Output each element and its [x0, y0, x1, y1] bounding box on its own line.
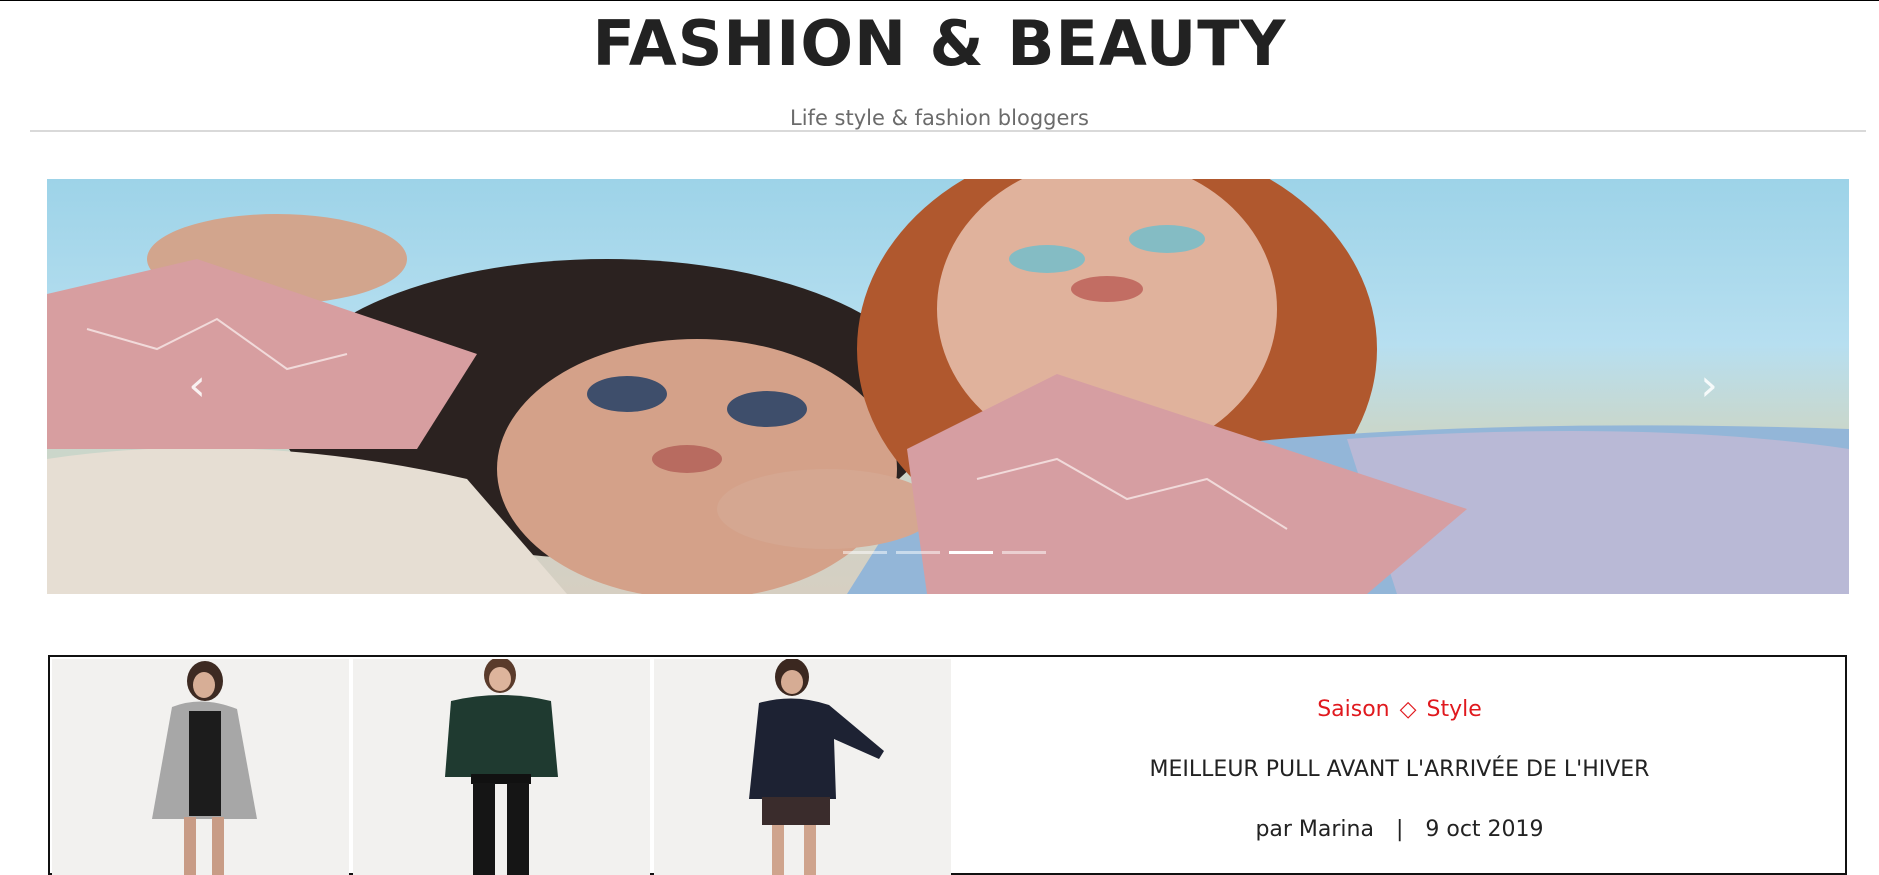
carousel-indicator-3[interactable] — [949, 551, 993, 554]
post-thumbnail-3[interactable] — [654, 659, 951, 875]
model-grey-coat-image — [152, 661, 257, 875]
chevron-left-icon: ‹ — [188, 359, 206, 411]
post-date: 9 oct 2019 — [1425, 817, 1544, 842]
post-thumbnail-1[interactable] — [52, 659, 349, 875]
carousel-slide-image — [47, 179, 1849, 594]
site-tagline: Life style & fashion bloggers — [790, 106, 1089, 130]
chevron-right-icon: › — [1700, 359, 1718, 411]
post-categories: Saison ◇ Style — [952, 697, 1847, 722]
post-byline: par Marina | 9 oct 2019 — [952, 817, 1847, 842]
carousel-indicator-2[interactable] — [896, 551, 940, 554]
post-card: Saison ◇ Style MEILLEUR PULL AVANT L'ARRIV… — [48, 655, 1847, 875]
model-navy-coat-image — [749, 659, 884, 875]
category-link-style[interactable]: Style — [1427, 697, 1482, 722]
hero-carousel[interactable]: ‹ › — [47, 179, 1849, 594]
site-title: FASHION & BEAUTY — [592, 7, 1287, 80]
carousel-indicator-4[interactable] — [1002, 551, 1046, 554]
byline-separator: | — [1395, 817, 1404, 842]
post-title-link[interactable]: MEILLEUR PULL AVANT L'ARRIVÉE DE L'HIVER — [952, 757, 1847, 782]
model-green-sweater-image — [445, 659, 558, 875]
category-link-saison[interactable]: Saison — [1317, 697, 1389, 722]
carousel-indicators — [843, 551, 1046, 554]
diamond-icon: ◇ — [1399, 697, 1417, 722]
carousel-next-button[interactable]: › — [1679, 355, 1739, 415]
post-author: par Marina — [1255, 817, 1374, 842]
header-divider — [30, 130, 1866, 132]
post-thumbnail-2[interactable] — [353, 659, 650, 875]
carousel-indicator-1[interactable] — [843, 551, 887, 554]
carousel-prev-button[interactable]: ‹ — [167, 355, 227, 415]
